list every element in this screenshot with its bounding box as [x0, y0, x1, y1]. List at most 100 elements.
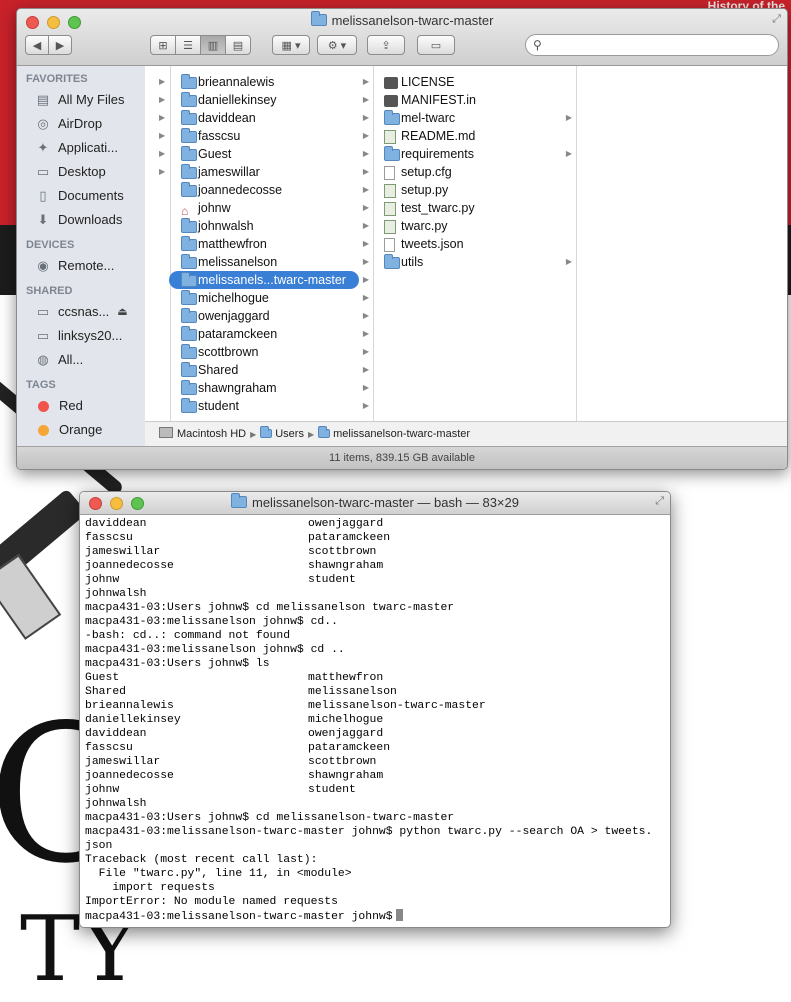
gear-icon: ⚙ ▾	[327, 39, 347, 52]
file-row[interactable]: twarc.py	[374, 217, 576, 235]
path-item-disk[interactable]: Macintosh HD	[159, 427, 246, 440]
user-folder-row[interactable]: michelhogue ▶	[171, 289, 373, 307]
sidebar-header-devices: DEVICES	[26, 239, 75, 251]
file-row[interactable]: setup.cfg	[374, 163, 576, 181]
user-folder-row[interactable]: daviddean ▶	[171, 109, 373, 127]
disclosure-arrow-icon: ▶	[362, 77, 369, 86]
path-item-current[interactable]: melissanelson-twarc-master	[318, 426, 470, 440]
column-view-button[interactable]: ▥	[200, 35, 226, 55]
terminal-output[interactable]: daviddean owenjaggard fasscsu pataramckeen j…	[85, 517, 665, 925]
path-separator-icon: ▶	[307, 430, 315, 439]
user-folder-row[interactable]: owenjaggard ▶	[171, 307, 373, 325]
list-view-button[interactable]: ☰	[175, 35, 201, 55]
terminal-line: macpa431-03:Users johnw$ ls	[85, 657, 665, 671]
sidebar-item-label: Red	[59, 398, 83, 413]
finder-titlebar[interactable]: melissanelson-twarc-master ⤢ ◀ ▶ ⊞ ☰ ▥ ▤…	[17, 9, 787, 66]
sidebar-item-desktop[interactable]: ▭ Desktop	[17, 160, 145, 184]
terminal-text: Guest	[85, 672, 120, 684]
path-item-users[interactable]: Users	[260, 426, 304, 440]
sidebar-item-all-shared[interactable]: ◍ All...	[17, 348, 145, 372]
users-column[interactable]: brieannalewis ▶ daniellekinsey ▶ daviddean ▶ f…	[169, 66, 374, 421]
terminal-line: daniellekinsey michelhogue	[85, 713, 665, 727]
wallpaper-plug	[0, 554, 62, 640]
sidebar-item-remote-disc[interactable]: ◉ Remote...	[17, 254, 145, 278]
file-row[interactable]: tweets.json	[374, 235, 576, 253]
forward-button[interactable]: ▶	[48, 35, 72, 55]
user-folder-row[interactable]: fasscsu ▶	[171, 127, 373, 145]
chevron-right-icon: ▶	[55, 39, 65, 52]
grid-icon: ⊞	[158, 39, 168, 52]
folder-icon	[310, 11, 327, 26]
sidebar-header-tags: TAGS	[26, 379, 56, 391]
user-folder-row[interactable]: ⌂ johnw ▶	[171, 199, 373, 217]
files-column[interactable]: LICENSE MANIFEST.in mel-twarc ▶ README.md req…	[374, 66, 577, 421]
terminal-text: scottbrown	[308, 546, 377, 558]
disclosure-arrow-icon: ▶	[159, 131, 166, 140]
eject-icon[interactable]: ⏏	[117, 300, 127, 324]
sidebar-item-tag-orange[interactable]: Orange	[17, 418, 145, 442]
user-folder-row[interactable]: shawngraham ▶	[171, 379, 373, 397]
column-browser: ▶ ▶ ▶ ▶ ▶ ▶ brieannalewis ▶ daniellekinsey ▶ davi…	[145, 66, 787, 421]
sidebar-item-linksys[interactable]: ▭ linksys20...	[17, 324, 145, 348]
hard-disk-icon	[159, 427, 173, 438]
back-button[interactable]: ◀	[25, 35, 49, 55]
disclosure-arrow-icon: ▶	[362, 221, 369, 230]
user-folder-row[interactable]: Guest ▶	[171, 145, 373, 163]
sidebar-item-all-my-files[interactable]: ▤ All My Files	[17, 88, 145, 112]
tag-button[interactable]: ▭	[417, 35, 455, 55]
sidebar-item-ccsnas[interactable]: ▭ ccsnas... ⏏	[17, 300, 145, 324]
user-folder-row[interactable]: jameswillar ▶	[171, 163, 373, 181]
file-row[interactable]: setup.py	[374, 181, 576, 199]
user-folder-row[interactable]: joannedecosse ▶	[171, 181, 373, 199]
folder-row[interactable]: utils ▶	[374, 253, 576, 271]
user-folder-row[interactable]: student ▶	[171, 397, 373, 415]
terminal-text: matthewfron	[308, 672, 384, 684]
parent-column[interactable]: ▶ ▶ ▶ ▶ ▶ ▶	[145, 66, 171, 421]
sidebar-item-applications[interactable]: ✦ Applicati...	[17, 136, 145, 160]
disclosure-arrow-icon: ▶	[362, 347, 369, 356]
user-folder-row[interactable]: johnwalsh ▶	[171, 217, 373, 235]
terminal-line: johnwalsh	[85, 587, 665, 601]
user-folder-row[interactable]: scottbrown ▶	[171, 343, 373, 361]
user-folder-row[interactable]: Shared ▶	[171, 361, 373, 379]
file-row[interactable]: MANIFEST.in	[374, 91, 576, 109]
file-row[interactable]: LICENSE	[374, 73, 576, 91]
sidebar-header-favorites: FAVORITES	[26, 73, 88, 85]
user-folder-row[interactable]: melissanelson ▶	[171, 253, 373, 271]
folder-row[interactable]: requirements ▶	[374, 145, 576, 163]
file-row[interactable]: test_twarc.py	[374, 199, 576, 217]
folder-icon	[181, 398, 197, 418]
action-button[interactable]: ⚙ ▾	[317, 35, 357, 55]
terminal-line: daviddean owenjaggard	[85, 517, 665, 531]
terminal-titlebar[interactable]: melissanelson-twarc-master — bash — 83×2…	[80, 492, 670, 515]
cover-flow-button[interactable]: ▤	[225, 35, 251, 55]
arrange-button[interactable]: ▦ ▾	[272, 35, 310, 55]
sidebar-item-tag-red[interactable]: Red	[17, 394, 145, 418]
user-folder-row[interactable]: melissanels...twarc-master ▶	[169, 271, 373, 289]
fullscreen-icon[interactable]: ⤢	[772, 13, 781, 26]
folder-row[interactable]: mel-twarc ▶	[374, 109, 576, 127]
fullscreen-icon[interactable]: ⤢	[655, 495, 664, 508]
search-icon: ⚲	[533, 38, 542, 52]
disclosure-arrow-icon: ▶	[159, 95, 166, 104]
share-button[interactable]: ⇪	[367, 35, 405, 55]
disclosure-arrow-icon: ▶	[362, 95, 369, 104]
terminal-text: scottbrown	[308, 756, 377, 768]
terminal-prompt-line[interactable]: macpa431-03:melissanelson-twarc-master j…	[85, 909, 665, 923]
user-folder-row[interactable]: daniellekinsey ▶	[171, 91, 373, 109]
sidebar-item-downloads[interactable]: ⬇ Downloads	[17, 208, 145, 232]
folder-name: student	[198, 399, 240, 413]
search-field[interactable]: ⚲	[525, 34, 779, 56]
user-folder-row[interactable]: brieannalewis ▶	[171, 73, 373, 91]
icon-view-button[interactable]: ⊞	[150, 35, 176, 55]
disclosure-arrow-icon: ▶	[362, 293, 369, 302]
sidebar-item-documents[interactable]: ▯ Documents	[17, 184, 145, 208]
file-row[interactable]: README.md	[374, 127, 576, 145]
terminal-text: johnwalsh	[85, 798, 147, 810]
sidebar-item-airdrop[interactable]: ◎ AirDrop	[17, 112, 145, 136]
terminal-text: student	[308, 784, 356, 796]
terminal-line: json	[85, 839, 665, 853]
user-folder-row[interactable]: matthewfron ▶	[171, 235, 373, 253]
user-folder-row[interactable]: pataramckeen ▶	[171, 325, 373, 343]
terminal-line: fasscsu pataramckeen	[85, 531, 665, 545]
